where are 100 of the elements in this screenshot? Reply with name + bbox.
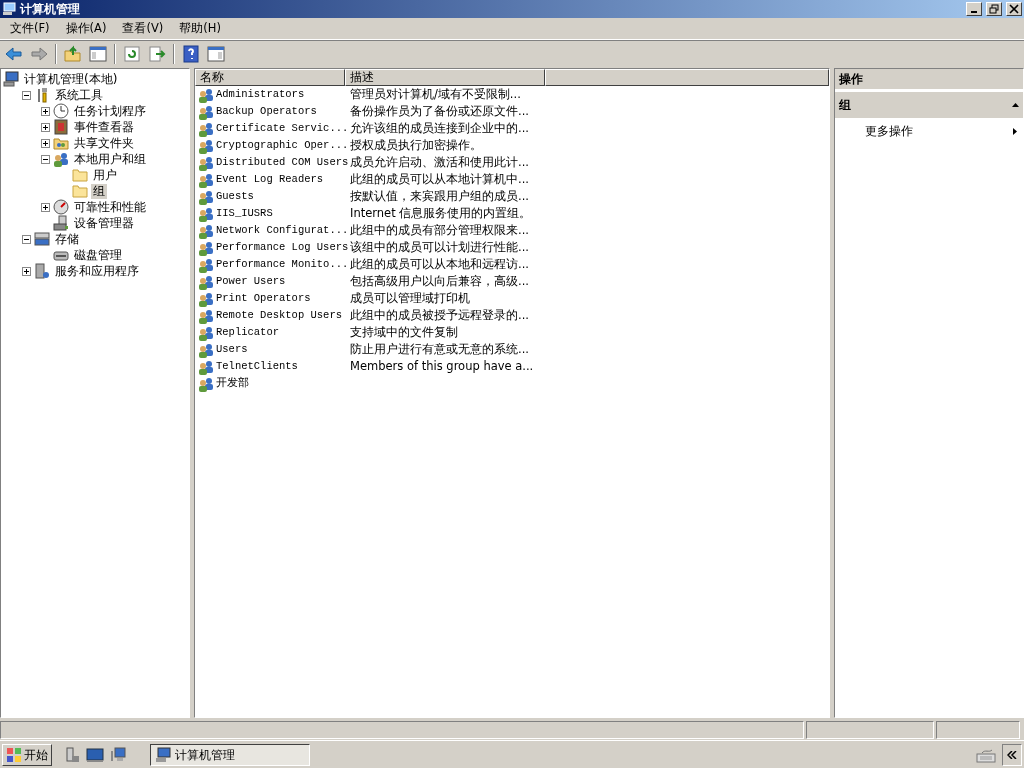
column-header[interactable]: 描述 <box>345 69 545 86</box>
menu-item[interactable]: 帮助(H) <box>173 18 227 39</box>
taskbar-button[interactable]: 计算机管理 <box>150 743 310 766</box>
group-icon <box>198 171 214 188</box>
close-icon <box>1009 4 1019 14</box>
group-description: 成员允许启动、激活和使用此计... <box>349 153 529 171</box>
group-description: 此组的成员可以从本地和远程访... <box>349 255 529 273</box>
action-pane-icon[interactable] <box>207 44 225 63</box>
group-name[interactable]: IIS_IUSRS <box>214 205 346 222</box>
computer-icon <box>3 71 19 87</box>
minimize-icon <box>971 11 977 13</box>
back-icon[interactable] <box>5 44 23 63</box>
group-name[interactable]: Network Configurat... <box>214 222 346 239</box>
group-name[interactable]: Remote Desktop Users <box>214 307 346 324</box>
group-name[interactable]: Replicator <box>214 324 346 341</box>
clock-icon <box>53 103 69 119</box>
folder-icon <box>72 167 88 183</box>
group-name[interactable]: Users <box>214 341 346 358</box>
tree-item[interactable]: 计算机管理(本地) <box>22 71 120 87</box>
tree-item[interactable]: 组 <box>91 183 107 199</box>
group-description: 允许该组的成员连接到企业中的... <box>349 119 529 137</box>
group-description: 该组中的成员可以计划进行性能... <box>349 238 529 256</box>
group-icon <box>198 239 214 256</box>
expand-icon[interactable] <box>41 202 50 212</box>
group-name[interactable]: Print Operators <box>214 290 346 307</box>
menu-item[interactable]: 操作(A) <box>59 18 113 39</box>
group-description: Members of this group have a... <box>349 357 534 375</box>
collapse-icon[interactable] <box>41 154 50 164</box>
group-name[interactable]: Power Users <box>214 273 346 290</box>
group-icon <box>198 137 214 154</box>
group-name[interactable]: Guests <box>214 188 346 205</box>
show-hidden-icons-icon[interactable] <box>1007 750 1017 759</box>
restore-button[interactable] <box>986 2 1002 16</box>
group-name[interactable]: Backup Operators <box>214 103 346 120</box>
services-icon <box>34 263 50 279</box>
group-description: 备份操作员为了备份或还原文件... <box>349 102 529 120</box>
expand-icon[interactable] <box>22 266 31 276</box>
group-description: 此组中的成员被授予远程登录的... <box>349 306 529 324</box>
computer-icon <box>155 746 171 763</box>
folder-icon <box>72 183 88 199</box>
group-description: 防止用户进行有意或无意的系统... <box>349 340 529 358</box>
group-icon <box>198 154 214 171</box>
group-icon <box>198 120 214 137</box>
group-name[interactable]: Cryptographic Oper... <box>214 137 346 154</box>
menu-item[interactable]: 文件(F) <box>4 18 56 39</box>
tree-item[interactable]: 存储 <box>53 231 81 247</box>
refresh-icon[interactable] <box>123 44 141 63</box>
tree-item[interactable]: 磁盘管理 <box>72 247 124 263</box>
help-icon[interactable] <box>182 44 200 63</box>
group-name[interactable]: TelnetClients <box>214 358 346 375</box>
group-icon <box>198 273 214 290</box>
group-description: 成员可以管理域打印机 <box>349 289 470 307</box>
tree-item[interactable]: 本地用户和组 <box>72 151 148 167</box>
group-icon <box>198 188 214 205</box>
group-name[interactable]: 开发部 <box>214 375 346 392</box>
group-name[interactable]: Distributed COM Users <box>214 154 346 171</box>
group-icon <box>198 256 214 273</box>
tree-item[interactable]: 事件查看器 <box>72 119 136 135</box>
tree-item[interactable]: 用户 <box>91 167 119 183</box>
collapse-arrow-icon[interactable] <box>1012 103 1019 107</box>
group-name[interactable]: Performance Log Users <box>214 239 346 256</box>
group-name[interactable]: Certificate Servic... <box>214 120 346 137</box>
group-description: 支持域中的文件复制 <box>349 323 458 341</box>
submenu-arrow-icon <box>1013 127 1017 135</box>
tree-item[interactable]: 系统工具 <box>53 87 105 103</box>
group-name[interactable]: Event Log Readers <box>214 171 346 188</box>
group-description: 按默认值，来宾跟用户组的成员... <box>349 187 529 205</box>
collapse-icon[interactable] <box>22 234 31 244</box>
desktop-icon[interactable] <box>86 746 104 763</box>
group-description: 授权成员执行加密操作。 <box>349 136 482 154</box>
expand-icon[interactable] <box>41 122 50 132</box>
gauge-icon <box>53 199 69 215</box>
expand-icon[interactable] <box>41 106 50 116</box>
tree-item[interactable]: 任务计划程序 <box>72 103 148 119</box>
menu-item[interactable]: 查看(V) <box>116 18 170 39</box>
pane-toggle-icon[interactable] <box>89 44 107 63</box>
group-name[interactable]: Performance Monito... <box>214 256 346 273</box>
computer-icon <box>2 2 16 16</box>
group-name[interactable]: Administrators <box>214 86 346 103</box>
group-icon <box>198 86 214 103</box>
start-logo-icon <box>6 746 22 763</box>
tree-item[interactable]: 可靠性和性能 <box>72 199 148 215</box>
expand-icon[interactable] <box>41 138 50 148</box>
close-button[interactable] <box>1006 2 1022 16</box>
tree-item[interactable]: 共享文件夹 <box>72 135 136 151</box>
start-button[interactable]: 开始 <box>2 743 52 766</box>
export-icon[interactable] <box>148 44 166 63</box>
group-icon <box>198 358 214 375</box>
restore-icon <box>989 4 999 14</box>
minimize-button[interactable] <box>966 2 982 16</box>
action-link[interactable]: 更多操作 <box>865 122 913 140</box>
group-icon <box>198 222 214 239</box>
tree-item[interactable]: 设备管理器 <box>72 215 136 231</box>
column-header[interactable]: 名称 <box>195 69 345 86</box>
monitor-icon[interactable] <box>110 746 126 763</box>
group-description: 此组中的成员有部分管理权限来... <box>349 221 529 239</box>
tree-item[interactable]: 服务和应用程序 <box>53 263 141 279</box>
collapse-icon[interactable] <box>22 90 31 100</box>
up-folder-icon[interactable] <box>64 44 82 63</box>
window-title: 计算机管理 <box>20 1 81 18</box>
